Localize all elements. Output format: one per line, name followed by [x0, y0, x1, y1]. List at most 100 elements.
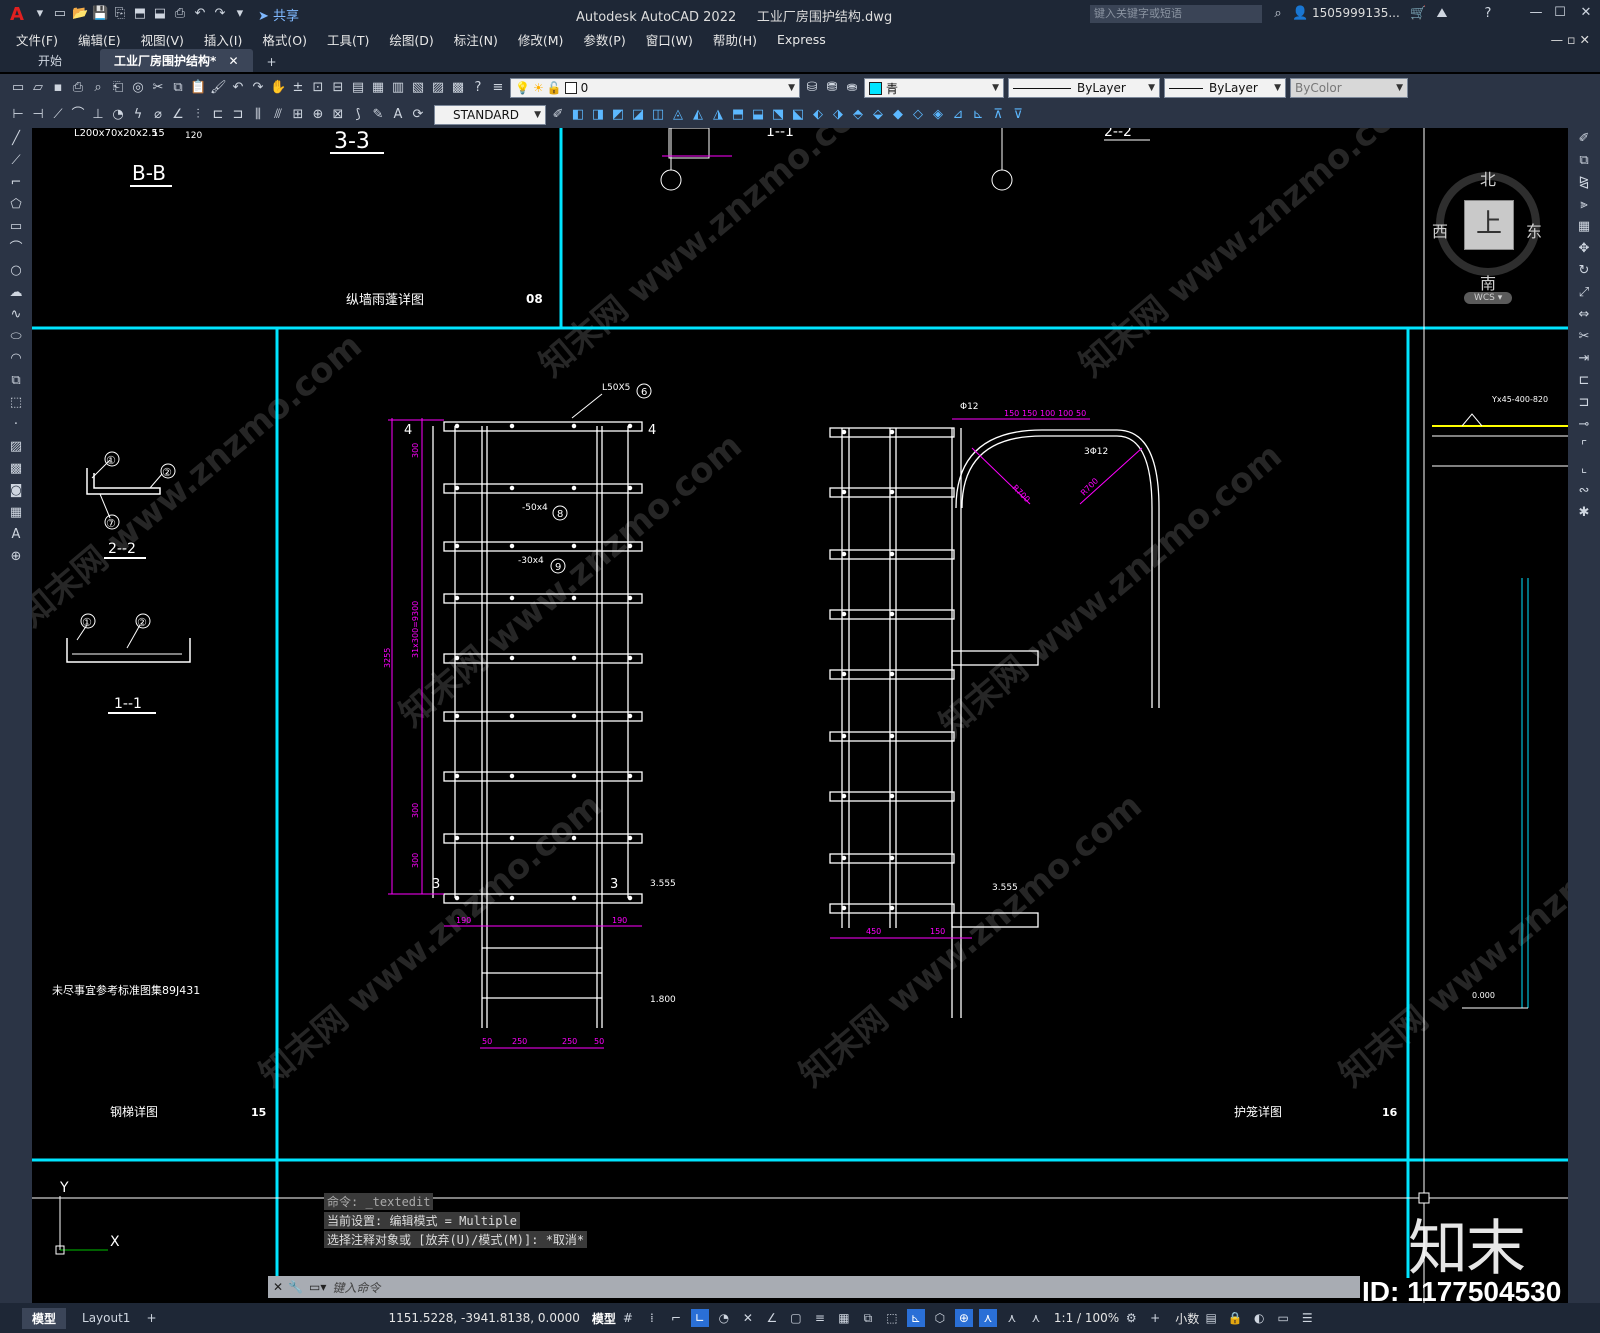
dim-space-icon[interactable]: ⫼ [250, 107, 266, 123]
materials-icon[interactable]: ◆ [890, 107, 906, 123]
open-file-icon[interactable]: 📂 [72, 6, 88, 22]
tab-start[interactable]: 开始 [24, 49, 76, 72]
radius-icon[interactable]: ◔ [110, 107, 126, 123]
zoom-realtime-icon[interactable]: ± [290, 80, 306, 96]
maximize-icon[interactable]: ☐ [1552, 5, 1568, 21]
save-tb-icon[interactable]: ▪ [50, 80, 66, 96]
otrack-icon[interactable]: ∠ [763, 1309, 781, 1327]
layout-tab-layout1[interactable]: Layout1 [72, 1309, 140, 1327]
undo-icon[interactable]: ↶ [192, 6, 208, 22]
web-open-icon[interactable]: ⬒ [132, 6, 148, 22]
paste-icon[interactable]: 📋 [190, 80, 206, 96]
menu-insert[interactable]: 插入(I) [194, 30, 252, 49]
dimstyle-manager-icon[interactable]: ✐ [550, 107, 566, 123]
zoom-window-icon[interactable]: ⊡ [310, 80, 326, 96]
jogged-linear-icon[interactable]: ⟆ [350, 107, 366, 123]
box-icon[interactable]: ◧ [570, 107, 586, 123]
visual-style-icon[interactable]: ◈ [930, 107, 946, 123]
user-name[interactable]: 1505999135... [1312, 6, 1400, 20]
extend-icon[interactable]: ⇥ [1576, 351, 1592, 367]
ucs-world-icon[interactable]: ⊾ [970, 107, 986, 123]
viewcube[interactable]: 上 北 南 东 西 WCS ▾ [1428, 152, 1548, 304]
layer-manager-icon[interactable]: ≡ [490, 80, 506, 96]
ordinate-icon[interactable]: ⊥ [90, 107, 106, 123]
layer-states-icon[interactable]: ⛂ [844, 80, 860, 96]
union-icon[interactable]: ◪ [630, 107, 646, 123]
angular-icon[interactable]: ∠ [170, 107, 186, 123]
ucs-icon[interactable]: ⊿ [950, 107, 966, 123]
save-icon[interactable]: 💾 [92, 6, 108, 22]
insert-block-icon[interactable]: ⧉ [8, 373, 24, 389]
user-icon[interactable]: 👤 [1292, 6, 1308, 22]
menu-window[interactable]: 窗口(W) [636, 30, 703, 49]
jogged-icon[interactable]: ϟ [130, 107, 146, 123]
auto-scale-icon[interactable]: ⋏ [1003, 1309, 1021, 1327]
search-icon[interactable]: ⌕ [1270, 6, 1286, 22]
dynamic-ucs-icon[interactable]: ⊾ [906, 1309, 925, 1327]
section-plane-icon[interactable]: ⬖ [810, 107, 826, 123]
shell-icon[interactable]: ⬗ [830, 107, 846, 123]
search-input[interactable]: 键入关键字或短语 [1090, 5, 1262, 23]
ellipse-arc-icon[interactable]: ◠ [8, 351, 24, 367]
add-layout-button[interactable]: + [146, 1311, 156, 1325]
region-icon[interactable]: ◙ [8, 483, 24, 499]
autodesk-icon[interactable]: ⛰ [1434, 6, 1450, 22]
baseline-icon[interactable]: ⊏ [210, 107, 226, 123]
sheetset-icon[interactable]: ▧ [410, 80, 426, 96]
markup-icon[interactable]: ▨ [430, 80, 446, 96]
table-icon[interactable]: ▦ [8, 505, 24, 521]
customize-command-icon[interactable]: 🔧 [288, 1280, 303, 1294]
clean-screen-icon[interactable]: ☰ [1298, 1309, 1316, 1327]
app-logo[interactable]: A [10, 4, 24, 25]
preview-icon[interactable]: ⌕ [90, 80, 106, 96]
gizmo-icon[interactable]: ⊕ [954, 1309, 973, 1327]
break-icon[interactable]: ⊐ [1576, 395, 1592, 411]
rotate-icon[interactable]: ↻ [1576, 263, 1592, 279]
properties-icon[interactable]: ▤ [350, 80, 366, 96]
minimize-icon[interactable]: — [1528, 5, 1544, 21]
open-icon[interactable]: ▱ [30, 80, 46, 96]
view-icon[interactable]: ⊼ [990, 107, 1006, 123]
color-dropdown[interactable]: 青 ▼ [864, 78, 1004, 98]
globe-icon[interactable]: ◎ [130, 80, 146, 96]
share-button[interactable]: ➤ 共享 [258, 5, 299, 24]
drawing-svg[interactable]: 知末网 www.znzmo.com 知末网 www.znzmo.com 知末网 … [32, 128, 1568, 1303]
design-center-icon[interactable]: ▦ [370, 80, 386, 96]
menu-draw[interactable]: 绘图(D) [379, 30, 443, 49]
graphics-performance-icon[interactable]: ▭ [1274, 1309, 1292, 1327]
add-selected-icon[interactable]: ⊕ [8, 549, 24, 565]
arc-icon[interactable]: ⌒ [8, 241, 24, 257]
menu-tools[interactable]: 工具(T) [317, 30, 379, 49]
snap-icon[interactable]: ⁞ [643, 1309, 661, 1327]
3d-osnap-icon[interactable]: ⬚ [883, 1309, 901, 1327]
presspull-icon[interactable]: ⬔ [770, 107, 786, 123]
diameter-icon[interactable]: ⌀ [150, 107, 166, 123]
make-current-icon[interactable]: ⛁ [804, 80, 820, 96]
orbit-icon[interactable]: ⊽ [1010, 107, 1026, 123]
lineweight-dropdown[interactable]: ByLayer ▼ [1164, 78, 1286, 98]
dim-break-icon[interactable]: ⫻ [270, 107, 286, 123]
compass-west[interactable]: 西 [1432, 218, 1448, 242]
flatshot-icon[interactable]: ⬘ [850, 107, 866, 123]
annotation-scale-icon[interactable]: ⋏ [1027, 1309, 1045, 1327]
offset-icon[interactable]: ⫸ [1576, 197, 1592, 213]
construction-line-icon[interactable]: ⟋ [8, 153, 24, 169]
doc-window-controls[interactable]: — ▫ ✕ [1551, 32, 1590, 47]
annotation-monitor-icon[interactable]: + [1146, 1309, 1164, 1327]
help-tb-icon[interactable]: ? [470, 80, 486, 96]
extrude-icon[interactable]: ◭ [690, 107, 706, 123]
stretch-icon[interactable]: ⇔ [1576, 307, 1592, 323]
polyline-icon[interactable]: ⌐ [8, 175, 24, 191]
aligned-dim-icon[interactable]: ⟋ [50, 107, 66, 123]
linetype-dropdown[interactable]: ByLayer ▼ [1008, 78, 1160, 98]
break-at-point-icon[interactable]: ⊏ [1576, 373, 1592, 389]
fillet-icon[interactable]: ⌞ [1576, 461, 1592, 477]
line-icon[interactable]: ╱ [8, 131, 24, 147]
tab-drawing[interactable]: 工业厂房围护结构* ✕ [100, 49, 253, 72]
loft-icon[interactable]: ⬓ [750, 107, 766, 123]
rectangle-icon[interactable]: ▭ [8, 219, 24, 235]
join-icon[interactable]: ⊸ [1576, 417, 1592, 433]
dropdown-arrow-icon[interactable]: ▾ [32, 6, 48, 22]
infer-icon[interactable]: ⌐ [667, 1309, 685, 1327]
center-mark-icon[interactable]: ⊕ [310, 107, 326, 123]
